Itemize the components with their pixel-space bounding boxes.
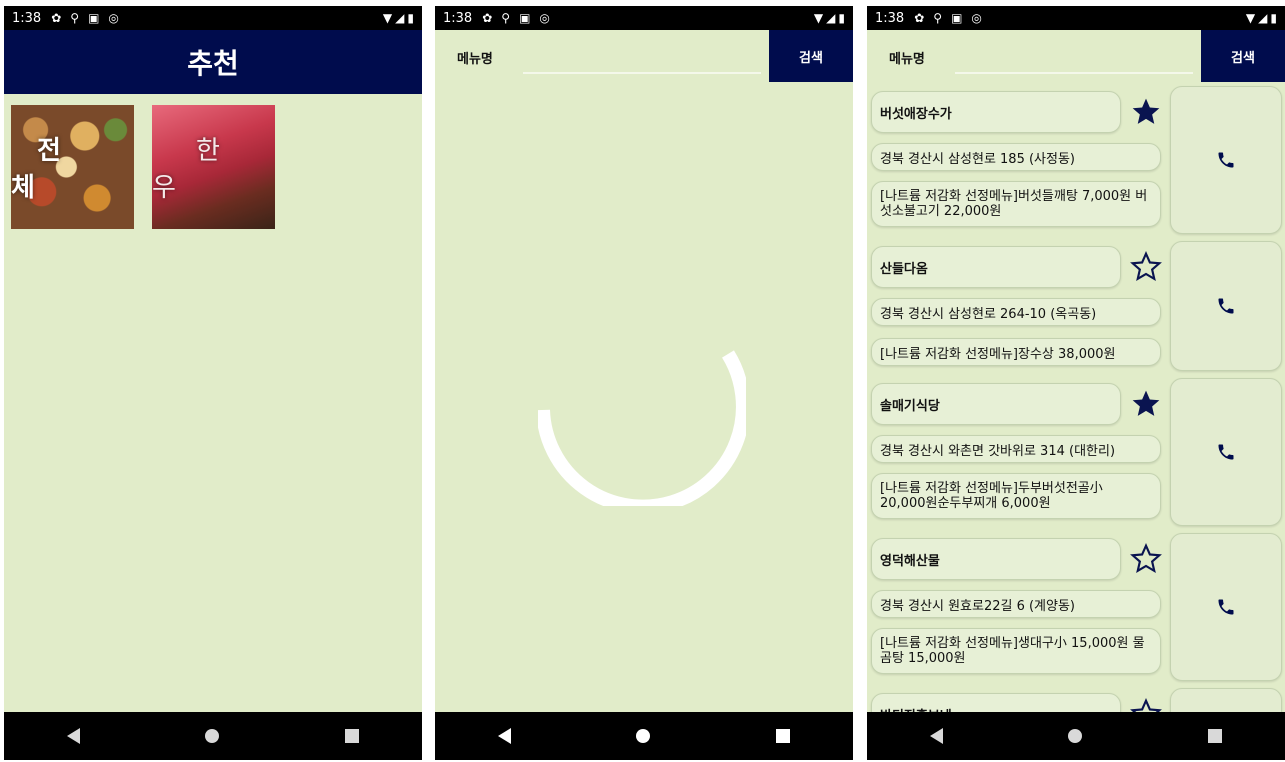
restaurant-card: 솔매기식당 경북 경산시 와촌면 갓바위로 314 (대한리) [나트륨 저감화… — [867, 378, 1285, 533]
search-label: 메뉴명 — [457, 52, 493, 67]
gallery-icon: ▣ — [88, 11, 100, 25]
wifi-icon: ▼ — [382, 11, 393, 25]
sync-icon: ◎ — [108, 11, 119, 25]
search-button-label: 검색 — [799, 50, 823, 66]
restaurant-card: 버섯애장수가 경북 경산시 삼성현로 185 (사정동) [나트륨 저감화 선정… — [867, 86, 1285, 241]
back-icon[interactable] — [929, 728, 943, 744]
settings-icon: ✿ — [914, 11, 925, 25]
restaurant-card: 산들다옴 경북 경산시 삼성현로 264-10 (옥곡동) [나트륨 저감화 선… — [867, 241, 1285, 378]
back-icon[interactable] — [66, 728, 80, 744]
battery-icon: ▮ — [407, 11, 414, 25]
loading-spinner — [538, 350, 746, 506]
restaurant-address: 경북 경산시 원효로22길 6 (계양동) — [871, 590, 1161, 618]
restaurant-address: 경북 경산시 와촌면 갓바위로 314 (대한리) — [871, 435, 1161, 463]
search-button[interactable]: 검색 — [1201, 30, 1285, 82]
phone-icon — [1218, 298, 1234, 314]
status-time: 1:38 — [443, 10, 473, 26]
search-loading-screen: 1:38 ✿ ⚲ ▣ ◎ ▼ ◢ ▮ 메뉴명 검색 — [435, 6, 853, 760]
status-bar: 1:38 ✿ ⚲ ▣ ◎ ▼ ◢ ▮ — [867, 6, 1285, 30]
page-title: 추천 — [187, 47, 239, 80]
call-button[interactable] — [1170, 533, 1282, 681]
restaurant-menu: [나트륨 저감화 선정메뉴]생대구小 15,000원 물곰탕 15,000원 — [871, 628, 1161, 674]
star-outline-icon[interactable] — [1130, 251, 1162, 283]
back-icon[interactable] — [497, 728, 511, 744]
location-icon: ⚲ — [933, 11, 943, 25]
location-icon: ⚲ — [501, 11, 511, 25]
status-bar: 1:38 ✿ ⚲ ▣ ◎ ▼ ◢ ▮ — [4, 6, 422, 30]
phone-icon — [1218, 599, 1234, 615]
restaurant-menu: [나트륨 저감화 선정메뉴]장수상 38,000원 — [871, 338, 1161, 366]
star-filled-icon[interactable] — [1130, 96, 1162, 128]
search-input[interactable] — [955, 42, 1193, 74]
star-outline-icon[interactable] — [1130, 543, 1162, 575]
navigation-bar — [435, 712, 853, 760]
category-tile-all[interactable]: 전체 — [11, 105, 134, 229]
search-button[interactable]: 검색 — [769, 30, 853, 82]
signal-icon: ◢ — [1258, 11, 1268, 25]
recents-icon[interactable] — [1208, 729, 1223, 743]
status-bar: 1:38 ✿ ⚲ ▣ ◎ ▼ ◢ ▮ — [435, 6, 853, 30]
gallery-icon: ▣ — [519, 11, 531, 25]
search-input[interactable] — [523, 42, 761, 74]
home-screen: 1:38 ✿ ⚲ ▣ ◎ ▼ ◢ ▮ 추천 전체 한우 — [4, 6, 422, 760]
recents-icon[interactable] — [776, 729, 791, 743]
call-button[interactable] — [1170, 241, 1282, 371]
restaurant-menu: [나트륨 저감화 선정메뉴]두부버섯전골小 20,000원순두부찌개 6,000… — [871, 473, 1161, 519]
home-icon[interactable] — [1068, 729, 1083, 743]
recents-icon[interactable] — [345, 729, 360, 743]
settings-icon: ✿ — [51, 11, 62, 25]
restaurant-name: 영덕해산물 — [871, 538, 1121, 580]
status-time: 1:38 — [12, 10, 42, 26]
phone-icon — [1218, 152, 1234, 168]
wifi-icon: ▼ — [813, 11, 824, 25]
home-icon[interactable] — [205, 729, 220, 743]
restaurant-name: 솔매기식당 — [871, 383, 1121, 425]
sync-icon: ◎ — [971, 11, 982, 25]
navigation-bar — [867, 712, 1285, 760]
app-bar: 추천 — [4, 30, 422, 94]
battery-icon: ▮ — [1270, 11, 1277, 25]
search-label: 메뉴명 — [889, 52, 925, 67]
search-results-screen: 1:38 ✿ ⚲ ▣ ◎ ▼ ◢ ▮ 메뉴명 검색 버섯애장수가 경북 경산시 삼성… — [867, 6, 1285, 760]
call-button[interactable] — [1170, 378, 1282, 526]
category-tile-label: 한우 — [152, 136, 264, 203]
restaurant-card: 영덕해산물 경북 경산시 원효로22길 6 (계양동) [나트륨 저감화 선정메… — [867, 533, 1285, 688]
sync-icon: ◎ — [539, 11, 550, 25]
restaurant-menu: [나트륨 저감화 선정메뉴]버섯들깨탕 7,000원 버섯소불고기 22,000… — [871, 181, 1161, 227]
navigation-bar — [4, 712, 422, 760]
search-bar: 메뉴명 검색 — [867, 30, 1285, 82]
battery-icon: ▮ — [838, 11, 845, 25]
restaurant-name: 산들다옴 — [871, 246, 1121, 288]
gallery-icon: ▣ — [951, 11, 963, 25]
restaurant-name: 버섯애장수가 — [871, 91, 1121, 133]
call-button[interactable] — [1170, 86, 1282, 234]
wifi-icon: ▼ — [1245, 11, 1256, 25]
restaurant-list[interactable]: 버섯애장수가 경북 경산시 삼성현로 185 (사정동) [나트륨 저감화 선정… — [867, 86, 1285, 760]
category-tile-label: 전체 — [11, 136, 87, 203]
home-icon[interactable] — [636, 729, 651, 743]
status-time: 1:38 — [875, 10, 905, 26]
signal-icon: ◢ — [826, 11, 836, 25]
location-icon: ⚲ — [70, 11, 80, 25]
phone-icon — [1218, 444, 1234, 460]
star-filled-icon[interactable] — [1130, 388, 1162, 420]
restaurant-address: 경북 경산시 삼성현로 185 (사정동) — [871, 143, 1161, 171]
search-button-label: 검색 — [1231, 50, 1255, 66]
settings-icon: ✿ — [482, 11, 493, 25]
category-tile-hanwoo[interactable]: 한우 — [152, 105, 275, 229]
signal-icon: ◢ — [395, 11, 405, 25]
search-bar: 메뉴명 검색 — [435, 30, 853, 82]
restaurant-address: 경북 경산시 삼성현로 264-10 (옥곡동) — [871, 298, 1161, 326]
